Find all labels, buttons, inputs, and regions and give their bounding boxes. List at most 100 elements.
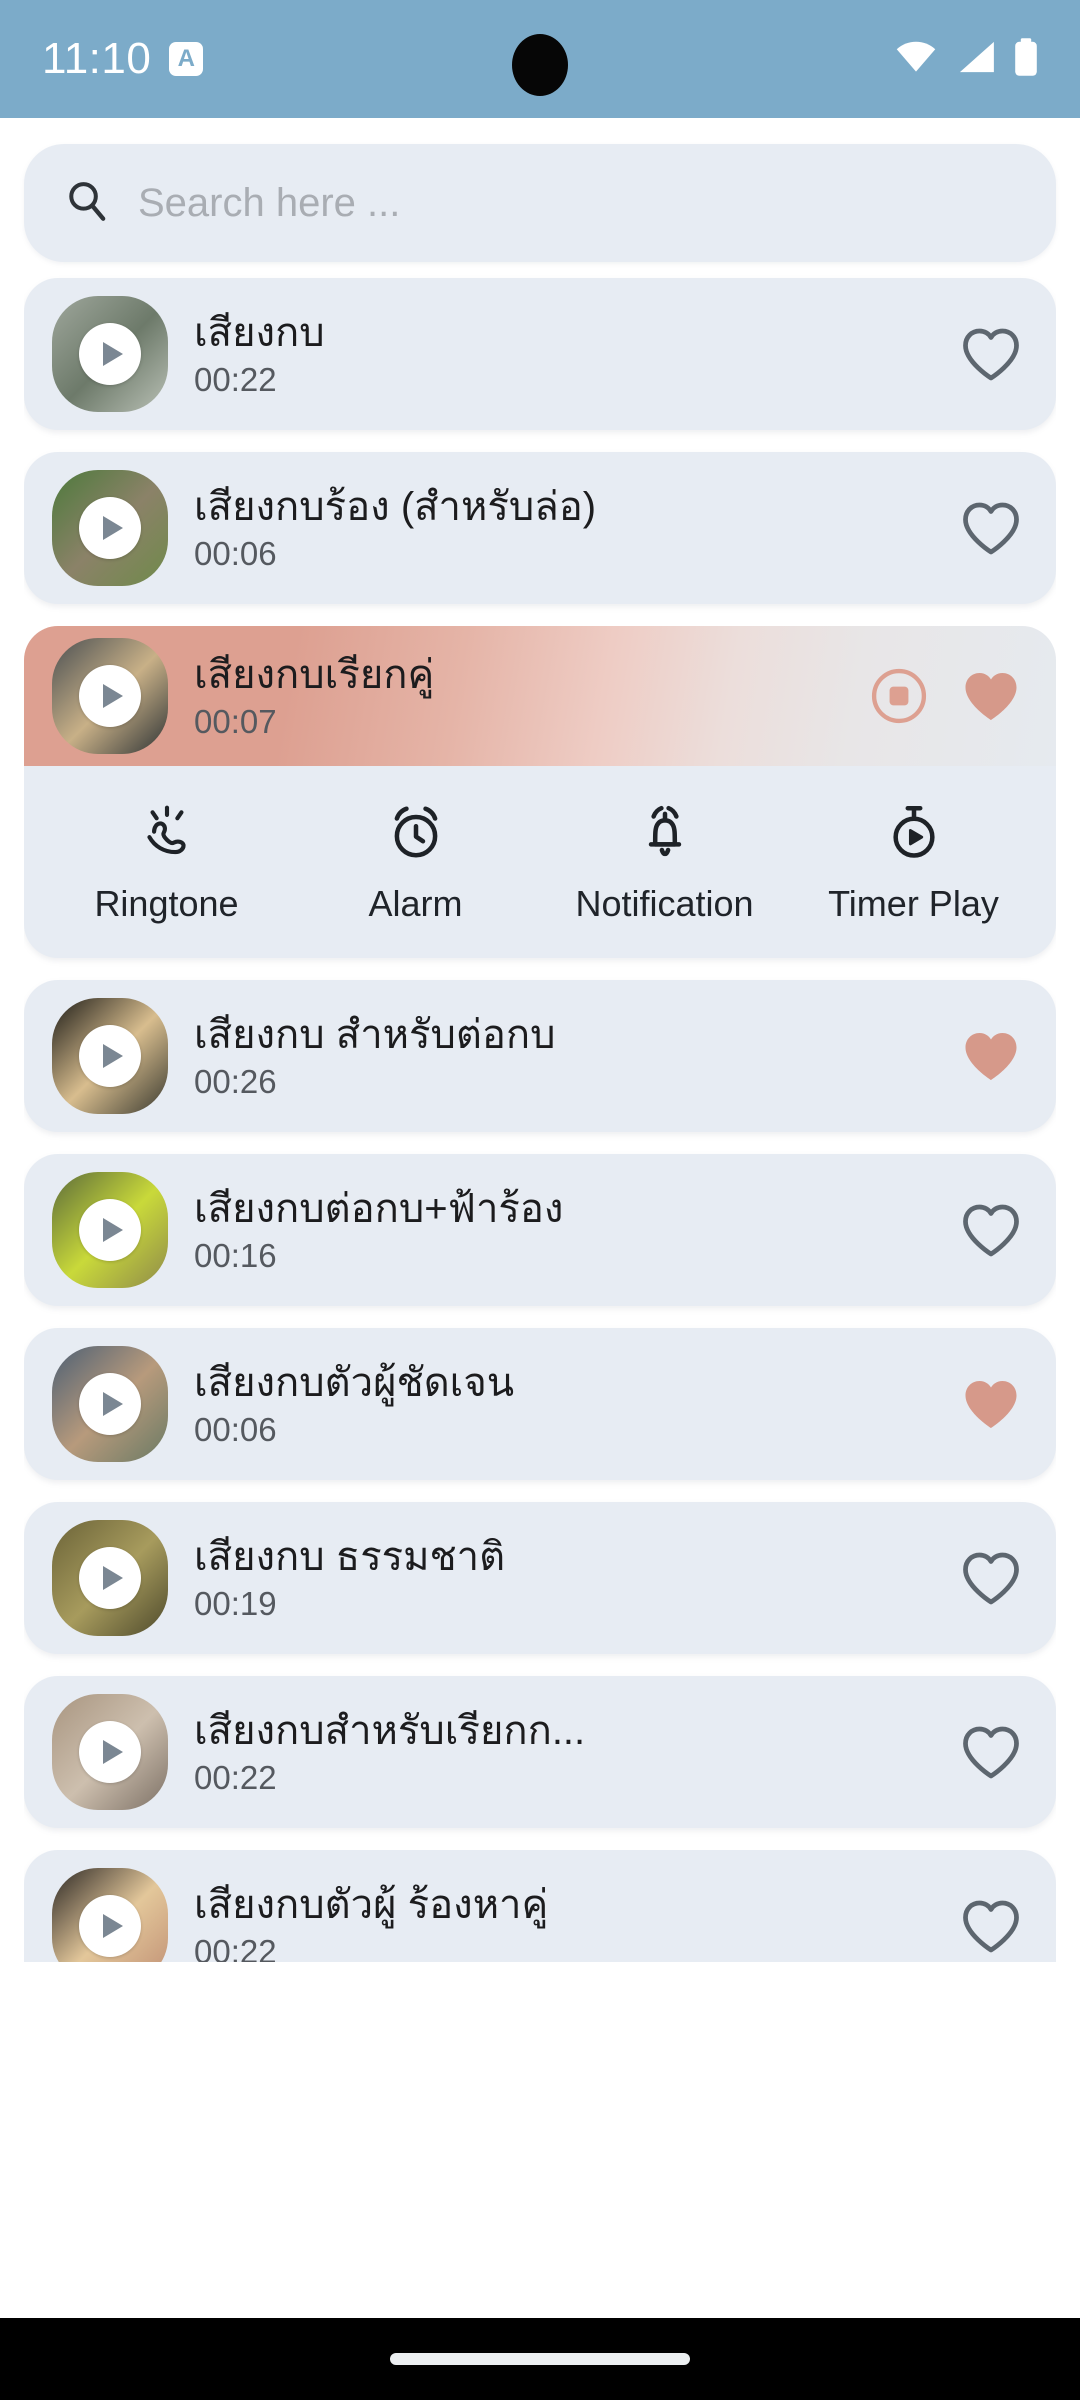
sound-card[interactable]: เสียงกบ ธรรมชาติ 00:19	[24, 1502, 1056, 1654]
sound-thumbnail[interactable]	[52, 1520, 168, 1636]
sound-card[interactable]: เสียงกบตัวผู้ชัดเจน 00:06	[24, 1328, 1056, 1480]
ringtone-icon	[136, 800, 198, 866]
search-bar[interactable]: Search here ...	[24, 144, 1056, 262]
sound-thumbnail[interactable]	[52, 296, 168, 412]
favorite-button[interactable]	[960, 1547, 1022, 1609]
sound-duration: 00:06	[194, 1410, 277, 1448]
sound-card-actions	[960, 1025, 1022, 1087]
sound-card[interactable]: เสียงกบ 00:22	[24, 278, 1056, 430]
action-label: Notification	[575, 883, 754, 924]
sound-thumbnail[interactable]	[52, 470, 168, 586]
sound-info: เสียงกบเรียกคู่ 00:07	[194, 651, 870, 741]
sound-title: เสียงกบตัวผู้ ร้องหาคู่	[194, 1882, 549, 1927]
play-button[interactable]	[79, 1373, 141, 1435]
sound-title: เสียงกบร้อง (สำหรับล่อ)	[194, 484, 597, 529]
play-icon	[103, 1566, 123, 1590]
cellular-signal-icon	[954, 40, 996, 79]
sound-card[interactable]: เสียงกบสำหรับเรียกก... 00:22	[24, 1676, 1056, 1828]
sound-title: เสียงกบ สำหรับต่อกบ	[194, 1012, 556, 1057]
sound-card[interactable]: เสียงกบ สำหรับต่อกบ 00:26	[24, 980, 1056, 1132]
action-ringtone-button[interactable]: Ringtone	[77, 800, 257, 922]
favorite-button-active[interactable]	[960, 1373, 1022, 1435]
sound-card-actions	[960, 1895, 1022, 1957]
stop-button[interactable]	[870, 667, 928, 725]
favorite-button[interactable]	[960, 323, 1022, 385]
sound-duration: 00:06	[194, 534, 277, 572]
sound-list: เสียงกบ 00:22 เสียงกบร้อง (สำหรับล่อ) 00…	[24, 278, 1056, 1962]
sound-card-actions	[960, 1199, 1022, 1261]
status-bar-left: 11:10 A	[42, 34, 204, 83]
sound-thumbnail[interactable]	[52, 1868, 168, 1962]
play-button[interactable]	[79, 1895, 141, 1957]
favorite-button[interactable]	[960, 1199, 1022, 1261]
action-timer-play-button[interactable]: Timer Play	[824, 800, 1004, 922]
sound-thumbnail[interactable]	[52, 998, 168, 1114]
battery-icon	[1012, 37, 1040, 82]
sound-title: เสียงกบเรียกคู่	[194, 652, 435, 697]
play-button[interactable]	[79, 497, 141, 559]
favorite-button[interactable]	[960, 497, 1022, 559]
sound-info: เสียงกบ ธรรมชาติ 00:19	[194, 1533, 960, 1623]
search-icon	[64, 178, 110, 229]
sound-list-item-1: เสียงกบร้อง (สำหรับล่อ) 00:06	[24, 452, 1056, 604]
sound-info: เสียงกบ สำหรับต่อกบ 00:26	[194, 1011, 960, 1101]
action-notification-button[interactable]: Notification	[575, 800, 755, 922]
play-icon	[103, 1914, 123, 1938]
favorite-button-active[interactable]	[960, 1025, 1022, 1087]
sound-duration: 00:19	[194, 1584, 277, 1622]
sound-list-item-5: เสียงกบตัวผู้ชัดเจน 00:06	[24, 1328, 1056, 1480]
sound-card[interactable]: เสียงกบต่อกบ+ฟ้าร้อง 00:16	[24, 1154, 1056, 1306]
home-gesture-pill[interactable]	[390, 2353, 690, 2365]
sound-card-actions	[960, 497, 1022, 559]
sound-duration: 00:22	[194, 1758, 277, 1796]
sound-info: เสียงกบ 00:22	[194, 309, 960, 399]
play-button[interactable]	[79, 1547, 141, 1609]
sound-title: เสียงกบ	[194, 310, 325, 355]
sound-card[interactable]: เสียงกบร้อง (สำหรับล่อ) 00:06	[24, 452, 1056, 604]
play-icon	[103, 1740, 123, 1764]
sound-card-actions	[960, 1373, 1022, 1435]
sound-thumbnail[interactable]	[52, 1694, 168, 1810]
favorite-button[interactable]	[960, 1721, 1022, 1783]
play-button[interactable]	[79, 1025, 141, 1087]
app-screen: 11:10 A Search here ... เสียงกบ 00:22 เส…	[0, 0, 1080, 2400]
sound-info: เสียงกบสำหรับเรียกก... 00:22	[194, 1707, 960, 1797]
timer-play-icon	[883, 800, 945, 866]
sound-title: เสียงกบต่อกบ+ฟ้าร้อง	[194, 1186, 564, 1231]
sound-card-actions	[960, 1547, 1022, 1609]
play-icon	[103, 342, 123, 366]
sound-thumbnail[interactable]	[52, 1346, 168, 1462]
favorite-button[interactable]	[960, 1895, 1022, 1957]
notification-bell-icon	[634, 800, 696, 866]
search-input[interactable]: Search here ...	[138, 183, 400, 223]
sound-list-item-4: เสียงกบต่อกบ+ฟ้าร้อง 00:16	[24, 1154, 1056, 1306]
action-label: Ringtone	[94, 883, 239, 924]
play-button[interactable]	[79, 1199, 141, 1261]
sound-list-viewport[interactable]: เสียงกบ 00:22 เสียงกบร้อง (สำหรับล่อ) 00…	[24, 262, 1056, 2400]
play-button[interactable]	[79, 323, 141, 385]
sound-card-actions	[960, 1721, 1022, 1783]
play-icon	[103, 684, 123, 708]
action-alarm-button[interactable]: Alarm	[326, 800, 506, 922]
main-content: Search here ... เสียงกบ 00:22 เสียงกบร้อ…	[0, 144, 1080, 2400]
sound-card[interactable]: เสียงกบตัวผู้ ร้องหาคู่ 00:22	[24, 1850, 1056, 1962]
sound-list-item-0: เสียงกบ 00:22	[24, 278, 1056, 430]
favorite-button-active[interactable]	[960, 665, 1022, 727]
sound-thumbnail[interactable]	[52, 1172, 168, 1288]
front-camera-punch-hole	[512, 34, 568, 96]
sound-thumbnail[interactable]	[52, 638, 168, 754]
sound-duration: 00:07	[194, 702, 277, 740]
sound-title: เสียงกบ ธรรมชาติ	[194, 1534, 506, 1579]
sound-card[interactable]: เสียงกบเรียกคู่ 00:07	[24, 626, 1056, 766]
action-label: Timer Play	[828, 883, 999, 924]
play-button[interactable]	[79, 665, 141, 727]
sound-list-item-7: เสียงกบสำหรับเรียกก... 00:22	[24, 1676, 1056, 1828]
sound-duration: 00:22	[194, 1932, 277, 1962]
status-time: 11:10	[42, 34, 152, 83]
sound-info: เสียงกบตัวผู้ ร้องหาคู่ 00:22	[194, 1881, 960, 1962]
sound-title: เสียงกบตัวผู้ชัดเจน	[194, 1360, 515, 1405]
status-bar: 11:10 A	[0, 0, 1080, 118]
play-button[interactable]	[79, 1721, 141, 1783]
alarm-clock-icon	[385, 800, 447, 866]
play-icon	[103, 1218, 123, 1242]
